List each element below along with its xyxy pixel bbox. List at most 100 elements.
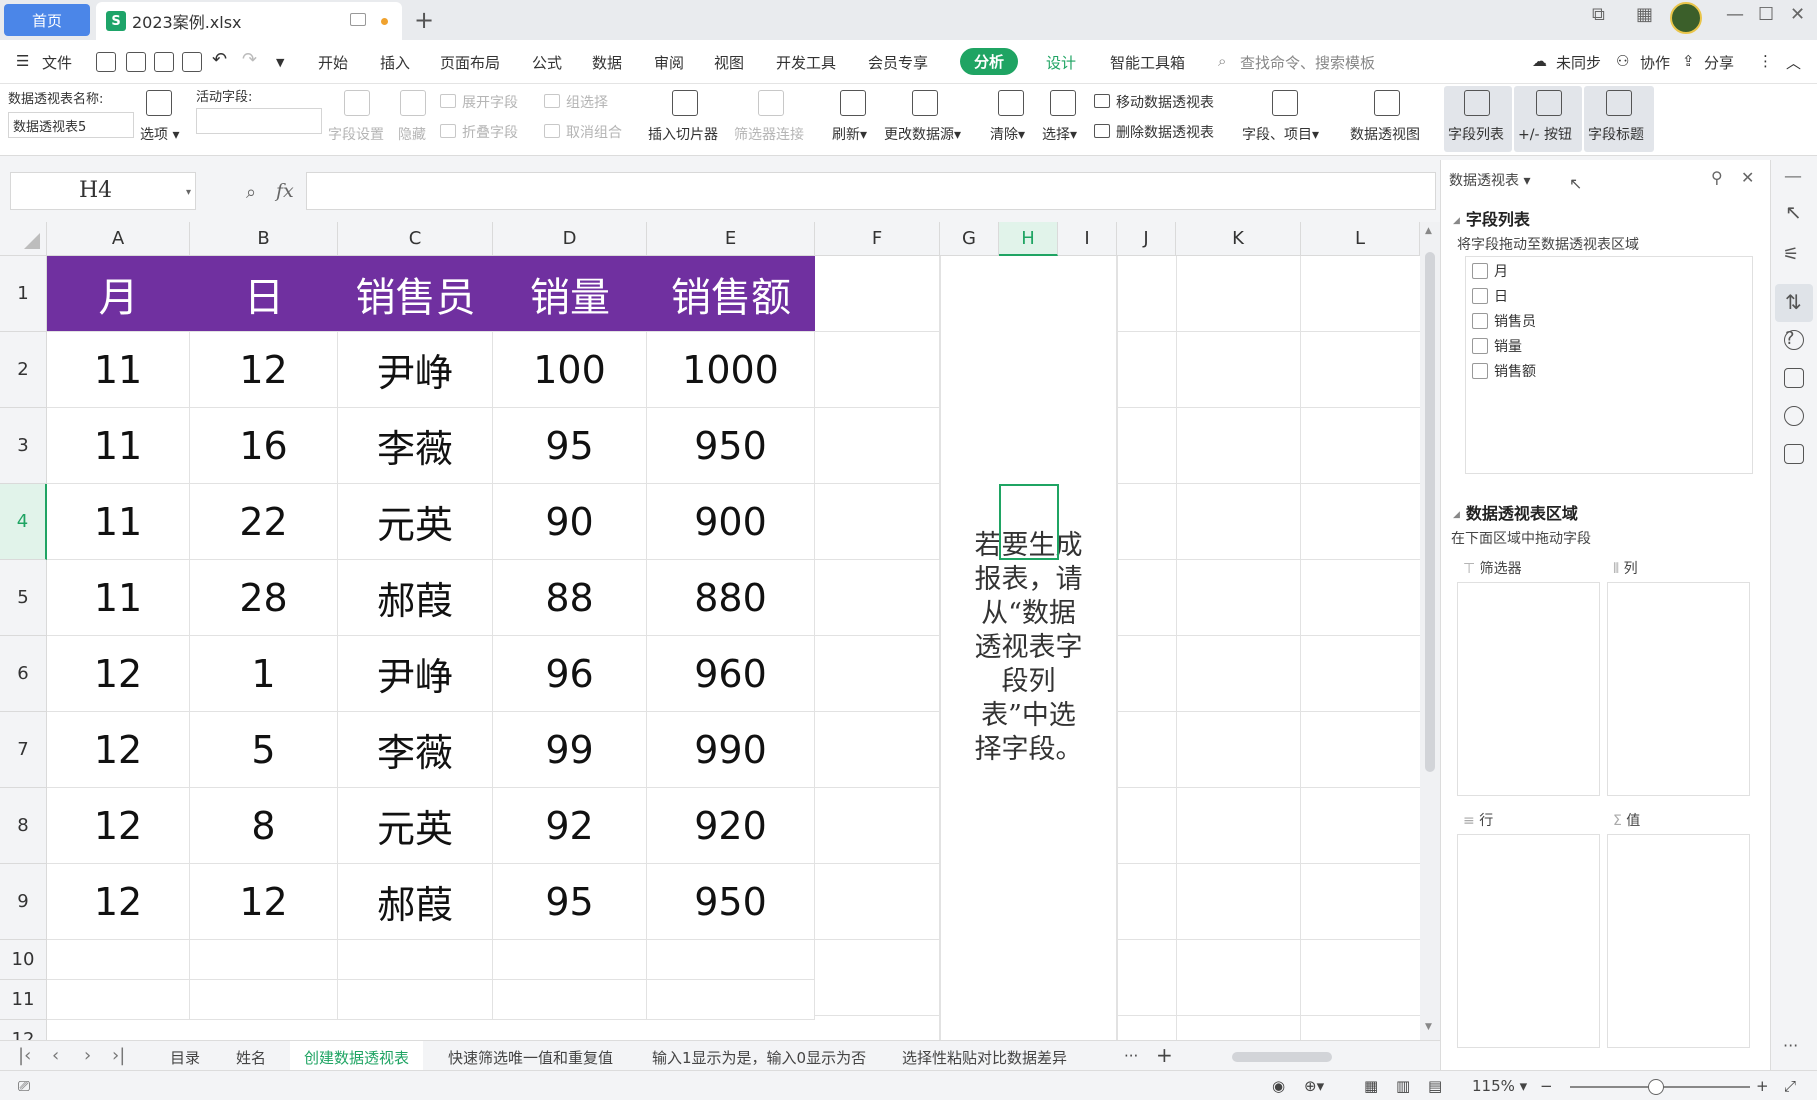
delete-pivot-button[interactable]: 删除数据透视表	[1116, 122, 1214, 142]
sheet-tab-yes-no[interactable]: 输入1显示为是，输入0显示为否	[652, 1047, 866, 1068]
table-cell[interactable]: 尹峥	[338, 332, 493, 408]
scroll-up-icon[interactable]: ▲	[1425, 226, 1432, 236]
checkbox[interactable]	[1472, 338, 1488, 354]
move-pivot-button[interactable]: 移动数据透视表	[1116, 92, 1214, 112]
spreadsheet-grid[interactable]: A B C D E F G H I J K L 1 2 3 4 5 6 7 8 …	[0, 222, 1420, 1040]
table-cell[interactable]	[47, 980, 190, 1020]
insert-slicer-button[interactable]: 插入切片器	[648, 124, 718, 144]
column-drop-area[interactable]	[1607, 582, 1750, 796]
clear-button[interactable]: 清除▾	[990, 124, 1025, 144]
new-tab-button[interactable]: +	[414, 6, 434, 34]
print-preview-icon[interactable]	[182, 52, 202, 72]
search-icon[interactable]: ⌕	[1218, 52, 1226, 70]
grid-apps-icon[interactable]: ▦	[1636, 4, 1653, 25]
share-icon[interactable]: ⇪	[1682, 52, 1695, 70]
menu-insert[interactable]: 插入	[380, 52, 410, 73]
table-cell[interactable]: 16	[190, 408, 338, 484]
table-cell[interactable]: 99	[493, 712, 647, 788]
menu-design[interactable]: 设计	[1046, 52, 1076, 73]
zoom-slider-knob[interactable]	[1648, 1079, 1664, 1095]
row-header-6[interactable]: 6	[0, 636, 47, 712]
table-cell[interactable]: 12	[190, 332, 338, 408]
fullscreen-icon[interactable]: ⤢	[1784, 1077, 1796, 1095]
table-cell[interactable]: 元英	[338, 788, 493, 864]
menu-data[interactable]: 数据	[592, 52, 622, 73]
table-cell[interactable]	[647, 940, 815, 980]
menu-developer[interactable]: 开发工具	[776, 52, 836, 73]
fx-icon[interactable]: fx	[276, 180, 294, 202]
table-cell[interactable]: 950	[647, 408, 815, 484]
header-cell-month[interactable]: 月	[47, 256, 190, 332]
table-cell[interactable]: 88	[493, 560, 647, 636]
menu-file[interactable]: 文件	[42, 52, 72, 73]
checkbox[interactable]	[1472, 313, 1488, 329]
select-button[interactable]: 选择▾	[1042, 124, 1077, 144]
table-cell[interactable]: 22	[190, 484, 338, 560]
header-cell-amount[interactable]: 销售额	[647, 256, 815, 332]
checkbox[interactable]	[1472, 263, 1488, 279]
col-header-l[interactable]: L	[1301, 222, 1420, 256]
name-box-dropdown-icon[interactable]: ▾	[186, 187, 191, 198]
table-cell[interactable]: 950	[647, 864, 815, 940]
table-cell[interactable]: 90	[493, 484, 647, 560]
quick-access-dropdown-icon[interactable]: ▼	[276, 56, 284, 69]
col-header-j[interactable]: J	[1117, 222, 1176, 256]
fields-items-button[interactable]: 字段、项目▾	[1242, 124, 1319, 144]
reading-mode-icon[interactable]: ⧉	[1592, 4, 1605, 25]
more-icon[interactable]: ···	[1783, 1036, 1798, 1055]
pivot-areas-section-title[interactable]: 数据透视表区域	[1453, 500, 1578, 524]
sheet-tab-paste-compare[interactable]: 选择性粘贴对比数据差异	[902, 1047, 1067, 1068]
table-cell[interactable]	[190, 980, 338, 1020]
table-cell[interactable]: 95	[493, 864, 647, 940]
minimize-icon[interactable]: —	[1726, 4, 1744, 25]
row-header-3[interactable]: 3	[0, 408, 47, 484]
hamburger-icon[interactable]: ☰	[16, 52, 29, 70]
field-item-quantity[interactable]: 销量	[1472, 336, 1522, 356]
expand-field-button[interactable]: 展开字段	[462, 92, 518, 112]
table-cell[interactable]	[190, 940, 338, 980]
pivot-placeholder-note[interactable]: 若要生成报表，请从“数据透视表字段列表”中选择字段。	[940, 256, 1117, 1040]
save-icon[interactable]	[96, 52, 116, 72]
lightning-icon[interactable]	[1784, 406, 1804, 426]
help-circle-icon[interactable]	[1784, 330, 1804, 350]
col-header-b[interactable]: B	[190, 222, 338, 256]
options-button[interactable]: 选项 ▾	[140, 124, 179, 144]
col-header-d[interactable]: D	[493, 222, 647, 256]
table-cell[interactable]: 960	[647, 636, 815, 712]
table-cell[interactable]: 11	[47, 408, 190, 484]
active-field-input[interactable]	[196, 108, 322, 134]
menu-smart-tools[interactable]: 智能工具箱	[1110, 52, 1185, 73]
col-header-a[interactable]: A	[47, 222, 190, 256]
select-all-corner[interactable]	[0, 222, 47, 256]
table-cell[interactable]	[493, 980, 647, 1020]
header-cell-salesperson[interactable]: 销售员	[338, 256, 493, 332]
macro-record-icon[interactable]: ⎚	[18, 1077, 30, 1095]
vertical-scrollbar[interactable]: ▲ ▼	[1420, 222, 1440, 1040]
table-cell[interactable]: 880	[647, 560, 815, 636]
col-header-c[interactable]: C	[338, 222, 493, 256]
table-cell[interactable]	[47, 940, 190, 980]
row-drop-area[interactable]	[1457, 834, 1600, 1048]
zoom-out-button[interactable]: −	[1540, 1077, 1553, 1095]
collab-icon[interactable]: ⚇	[1616, 52, 1629, 70]
sheet-tab-catalog[interactable]: 目录	[170, 1047, 200, 1068]
menu-page-layout[interactable]: 页面布局	[440, 52, 500, 73]
file-tab[interactable]: S 2023案例.xlsx	[96, 2, 402, 40]
collab-button[interactable]: 协作	[1640, 52, 1670, 73]
filter-connection-button[interactable]: 筛选器连接	[734, 124, 804, 144]
field-settings-button[interactable]: 字段设置	[328, 124, 384, 144]
cloud-sync-icon[interactable]: ☁	[1532, 52, 1547, 70]
more-menu-icon[interactable]: ⋮	[1758, 52, 1773, 70]
book-icon[interactable]	[1784, 444, 1804, 464]
table-cell[interactable]: 郝葭	[338, 864, 493, 940]
eye-protection-icon[interactable]: ◉	[1272, 1077, 1285, 1095]
more-sheets-button[interactable]: ···	[1124, 1047, 1138, 1065]
command-search-input[interactable]: 查找命令、搜索模板	[1240, 52, 1375, 73]
hide-button[interactable]: 隐藏	[398, 124, 426, 144]
change-source-button[interactable]: 更改数据源▾	[884, 124, 961, 144]
maximize-icon[interactable]: ☐	[1758, 4, 1774, 25]
vertical-scroll-thumb[interactable]	[1425, 252, 1435, 772]
menu-review[interactable]: 审阅	[654, 52, 684, 73]
table-cell[interactable]: 12	[190, 864, 338, 940]
table-cell[interactable]: 尹峥	[338, 636, 493, 712]
